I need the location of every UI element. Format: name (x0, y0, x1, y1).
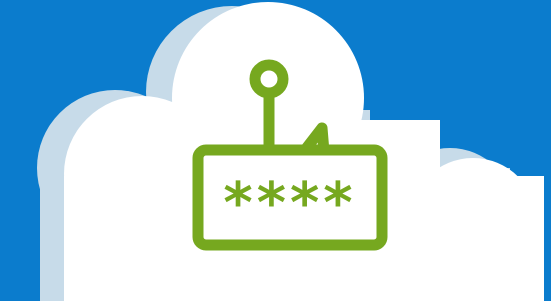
phishing-illustration: **** (0, 0, 551, 301)
password-mask: **** (223, 171, 356, 236)
password-field-icon: **** (192, 144, 388, 251)
